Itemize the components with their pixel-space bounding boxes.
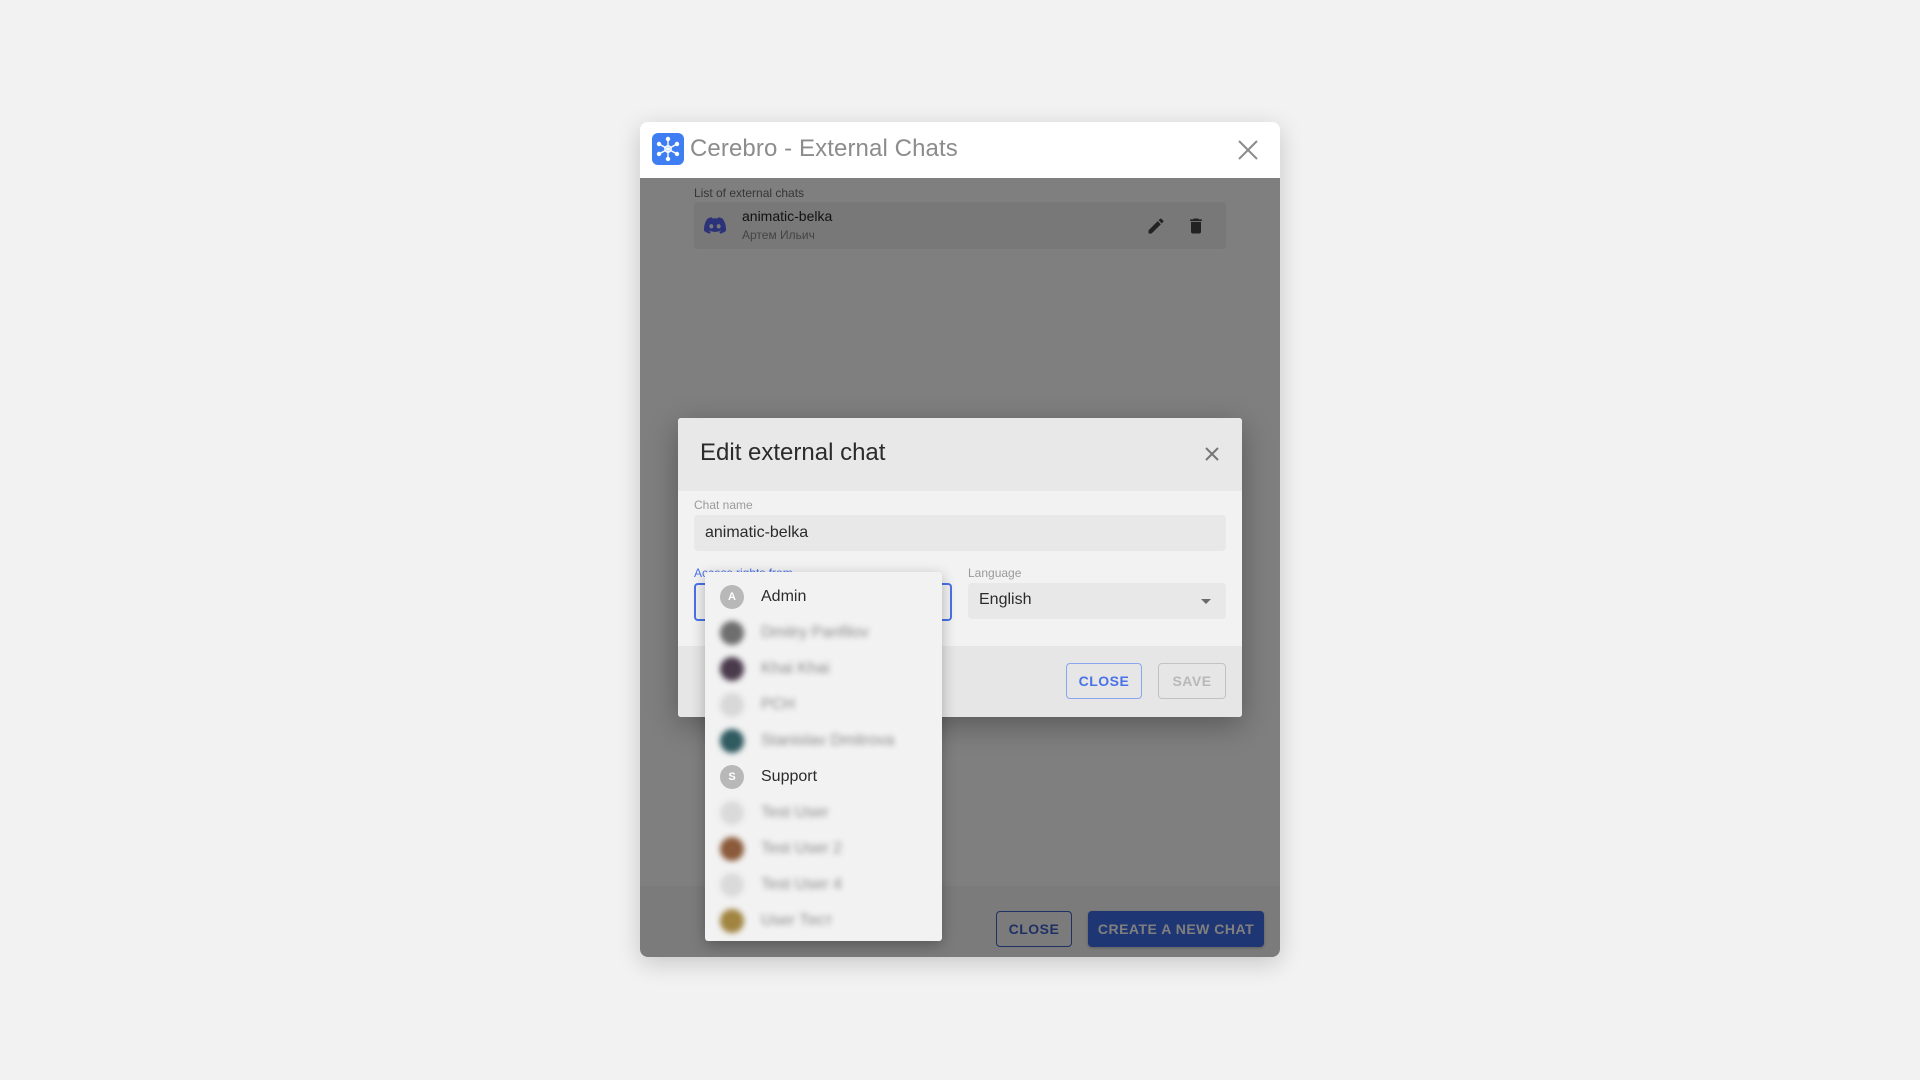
menu-item-label: Test User 2 <box>761 840 842 857</box>
close-icon <box>1238 140 1258 160</box>
close-icon <box>1205 447 1219 461</box>
dialog-close-button[interactable] <box>1200 442 1224 466</box>
language-value: English <box>979 591 1032 608</box>
cerebro-logo-icon <box>652 133 684 165</box>
menu-item-label: Dmitry Panfilov <box>761 624 869 641</box>
menu-item-label: User Тест <box>761 912 833 929</box>
window-header: Cerebro - External Chats <box>640 122 1280 178</box>
chat-name-input[interactable] <box>694 515 1226 551</box>
avatar: A <box>720 585 744 609</box>
menu-item[interactable]: S Support <box>705 759 942 795</box>
avatar <box>720 657 744 681</box>
dialog-cancel-button[interactable]: CLOSE <box>1066 663 1142 699</box>
window-close-button[interactable] <box>1234 136 1262 164</box>
menu-item[interactable]: Test User 4 <box>705 867 942 903</box>
language-select[interactable]: English <box>968 583 1226 619</box>
window-title: Cerebro - External Chats <box>690 135 958 162</box>
menu-item[interactable]: Khai Khai <box>705 651 942 687</box>
dropdown-arrow-icon <box>1201 599 1211 604</box>
avatar <box>720 909 744 933</box>
access-rights-menu: A Admin Dmitry Panfilov Khai Khai PCH Stanisl… <box>705 572 942 941</box>
chat-name-label: Chat name <box>694 498 753 512</box>
avatar <box>720 729 744 753</box>
avatar <box>720 837 744 861</box>
avatar <box>720 873 744 897</box>
menu-item[interactable]: Dmitry Panfilov <box>705 615 942 651</box>
menu-item-label: Test User 4 <box>761 876 842 893</box>
menu-item-label: Khai Khai <box>761 660 830 677</box>
menu-item-label: Support <box>761 768 818 785</box>
menu-item-label: Stanislav Dmitrova <box>761 732 895 749</box>
dialog-header: Edit external chat <box>678 418 1242 491</box>
menu-item[interactable]: PCH <box>705 687 942 723</box>
menu-item[interactable]: User Тест <box>705 903 942 939</box>
menu-item[interactable]: Test User <box>705 795 942 831</box>
menu-item[interactable]: A Admin <box>705 579 942 615</box>
menu-item[interactable]: Test User 2 <box>705 831 942 867</box>
dialog-title: Edit external chat <box>700 439 886 466</box>
language-label: Language <box>968 566 1022 580</box>
avatar <box>720 801 744 825</box>
menu-item[interactable]: Stanislav Dmitrova <box>705 723 942 759</box>
menu-item-label: Admin <box>761 588 807 605</box>
menu-item-label: Test User <box>761 804 829 821</box>
avatar <box>720 693 744 717</box>
avatar: S <box>720 765 744 789</box>
avatar <box>720 621 744 645</box>
menu-item-label: PCH <box>761 696 795 713</box>
dialog-save-button[interactable]: SAVE <box>1158 663 1226 699</box>
